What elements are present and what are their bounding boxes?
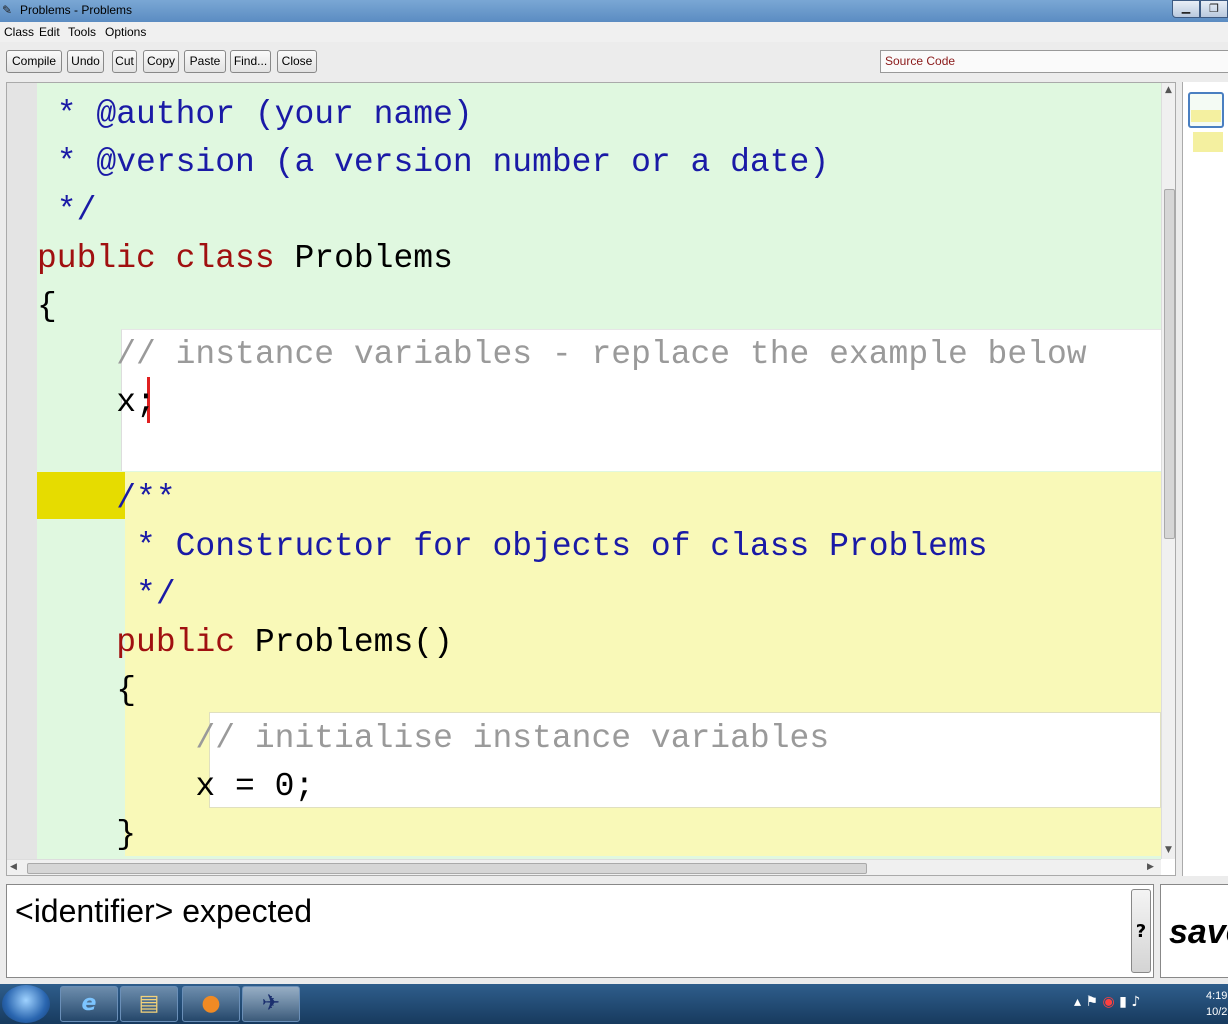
code-token: * @version (a version number or a date) bbox=[37, 144, 830, 181]
code-line: /** bbox=[37, 475, 176, 523]
code-line: public class Problems bbox=[37, 235, 453, 283]
menu-class[interactable]: Class bbox=[4, 25, 34, 39]
nav-yellow-block-2 bbox=[1193, 132, 1223, 152]
title-bar: ✎ Problems - Problems ▁ ❐ bbox=[0, 0, 1228, 22]
menu-options[interactable]: Options bbox=[105, 25, 146, 39]
clock-time: 4:19 bbox=[1206, 990, 1228, 1002]
network-icon[interactable]: ▮ bbox=[1119, 994, 1127, 1010]
code-line: * @version (a version number or a date) bbox=[37, 139, 829, 187]
code-line: */ bbox=[37, 571, 176, 619]
bluej-icon[interactable]: ✈ bbox=[242, 986, 300, 1022]
code-token: /** bbox=[37, 480, 176, 517]
code-token: x; bbox=[37, 384, 156, 421]
taskbar: e ▤ ● ✈ ▴ ⚑ ◉ ▮ ♪ 4:19 10/26 bbox=[0, 984, 1228, 1024]
horizontal-scrollbar[interactable]: ◀ ▶ bbox=[7, 859, 1161, 875]
cut-button[interactable]: Cut bbox=[112, 50, 137, 73]
code-line: // initialise instance variables bbox=[37, 715, 829, 763]
code-token: Problems bbox=[274, 240, 453, 277]
code-area[interactable]: * @author (your name) * @version (a vers… bbox=[37, 83, 1161, 859]
close-button[interactable]: Close bbox=[277, 50, 317, 73]
code-token: // initialise instance variables bbox=[37, 720, 830, 757]
volume-icon[interactable]: ♪ bbox=[1131, 994, 1140, 1010]
window-title: Problems - Problems bbox=[20, 3, 133, 17]
code-line: { bbox=[37, 283, 57, 331]
view-select[interactable]: Source Code bbox=[880, 50, 1228, 73]
save-status: saved bbox=[1169, 913, 1228, 951]
code-token: * @author (your name) bbox=[37, 96, 473, 133]
file-explorer-icon[interactable]: ▤ bbox=[120, 986, 178, 1022]
scroll-up-icon[interactable]: ▲ bbox=[1165, 85, 1172, 95]
code-token: { bbox=[37, 288, 57, 325]
scroll-right-icon[interactable]: ▶ bbox=[1147, 862, 1154, 872]
menu-bar: Class Edit Tools Options bbox=[0, 22, 1228, 42]
message-area: <identifier> expected ? bbox=[6, 884, 1154, 978]
toolbar: Compile Undo Cut Copy Paste Find... Clos… bbox=[0, 42, 1228, 80]
start-button[interactable] bbox=[2, 985, 50, 1023]
code-token: public bbox=[37, 240, 176, 277]
help-button[interactable]: ? bbox=[1131, 889, 1151, 973]
internet-explorer-icon[interactable]: e bbox=[60, 986, 118, 1022]
code-token: // instance variables - replace the exam… bbox=[37, 336, 1087, 373]
code-token: x = 0; bbox=[37, 768, 315, 805]
scroll-down-icon[interactable]: ▼ bbox=[1165, 845, 1172, 855]
menu-edit[interactable]: Edit bbox=[39, 25, 60, 39]
code-line: { bbox=[37, 667, 136, 715]
code-line: public Problems() bbox=[37, 619, 453, 667]
code-token: Problems() bbox=[235, 624, 453, 661]
code-line: */ bbox=[37, 187, 97, 235]
code-line: } bbox=[37, 811, 136, 859]
error-message: <identifier> expected bbox=[15, 893, 313, 929]
code-token: class bbox=[175, 240, 275, 277]
horizontal-scroll-thumb[interactable] bbox=[27, 863, 867, 874]
code-token: */ bbox=[37, 576, 176, 613]
clock[interactable]: 4:19 10/26 bbox=[1206, 988, 1228, 1020]
line-gutter bbox=[7, 83, 37, 859]
code-line: x; bbox=[37, 379, 156, 427]
firefox-icon[interactable]: ● bbox=[182, 986, 240, 1022]
compile-button[interactable]: Compile bbox=[6, 50, 62, 73]
flag-icon[interactable]: ⚑ bbox=[1085, 994, 1098, 1010]
system-tray: ▴ ⚑ ◉ ▮ ♪ bbox=[1074, 994, 1140, 1010]
nav-yellow-block bbox=[1191, 110, 1221, 122]
code-line: * @author (your name) bbox=[37, 91, 473, 139]
navigation-view[interactable] bbox=[1182, 82, 1228, 876]
paste-button[interactable]: Paste bbox=[184, 50, 226, 73]
code-token: */ bbox=[37, 192, 97, 229]
vertical-scroll-thumb[interactable] bbox=[1164, 189, 1175, 539]
scroll-left-icon[interactable]: ◀ bbox=[10, 862, 17, 872]
clock-date: 10/26 bbox=[1206, 1006, 1228, 1018]
code-editor[interactable]: * @author (your name) * @version (a vers… bbox=[6, 82, 1176, 876]
find-button[interactable]: Find... bbox=[230, 50, 271, 73]
vertical-scrollbar[interactable]: ▲ ▼ bbox=[1161, 83, 1175, 859]
minimize-button[interactable]: ▁ bbox=[1172, 0, 1200, 18]
code-token: } bbox=[37, 816, 137, 853]
undo-button[interactable]: Undo bbox=[67, 50, 104, 73]
menu-tools[interactable]: Tools bbox=[68, 25, 96, 39]
copy-button[interactable]: Copy bbox=[143, 50, 179, 73]
maximize-button[interactable]: ❐ bbox=[1200, 0, 1228, 18]
code-token: public bbox=[37, 624, 236, 661]
code-token: { bbox=[37, 672, 137, 709]
code-line: x = 0; bbox=[37, 763, 314, 811]
code-line: * Constructor for objects of class Probl… bbox=[37, 523, 988, 571]
status-box: saved bbox=[1160, 884, 1228, 978]
antivirus-icon[interactable]: ◉ bbox=[1103, 994, 1115, 1010]
bluej-app-icon: ✎ bbox=[2, 3, 13, 17]
code-token: * Constructor for objects of class Probl… bbox=[37, 528, 988, 565]
code-line: // instance variables - replace the exam… bbox=[37, 331, 1087, 379]
show-hidden-icons-icon[interactable]: ▴ bbox=[1074, 994, 1081, 1010]
